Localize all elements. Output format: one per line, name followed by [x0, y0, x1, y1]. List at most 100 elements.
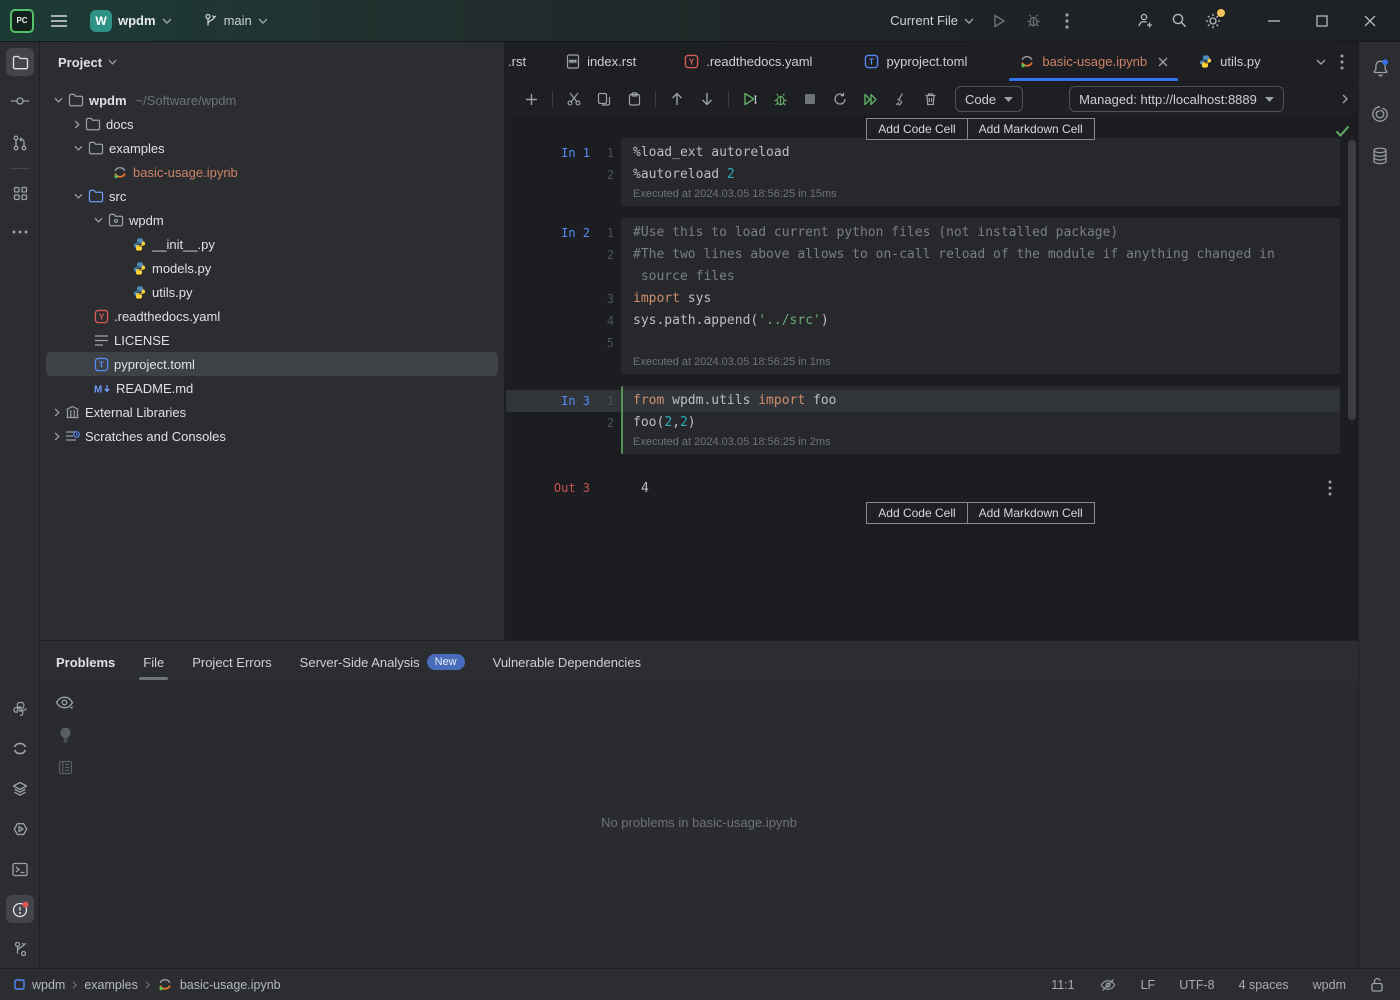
add-cell-button[interactable]	[518, 86, 544, 112]
breadcrumb-item[interactable]: wpdm	[32, 978, 65, 992]
notebook-editor[interactable]: Add Code Cell Add Markdown Cell In 1 1 2…	[506, 117, 1358, 640]
code-with-me-button[interactable]	[1130, 6, 1160, 36]
move-cell-up-button[interactable]	[664, 86, 690, 112]
editor-scrollbar[interactable]	[1348, 140, 1356, 420]
tree-item-scratches[interactable]: Scratches and Consoles	[40, 424, 504, 448]
cell-code-area[interactable]: from wpdm.utils import foo foo(2,2) Exec…	[621, 386, 1340, 454]
notifications-button[interactable]	[1366, 54, 1394, 82]
delete-cell-button[interactable]	[917, 86, 943, 112]
main-menu-button[interactable]	[44, 6, 74, 36]
quick-fix-bulb-icon[interactable]	[59, 727, 72, 744]
run-configuration-selector[interactable]: Current File	[884, 6, 980, 36]
problems-tab-project-errors[interactable]: Project Errors	[192, 641, 271, 683]
more-tool-windows-button[interactable]	[6, 218, 34, 246]
close-window-button[interactable]	[1348, 0, 1392, 42]
tree-item-init-py[interactable]: __init__.py	[40, 232, 504, 256]
add-markdown-cell-button[interactable]: Add Markdown Cell	[967, 118, 1095, 140]
tool-pull-requests-button[interactable]	[6, 129, 34, 157]
vcs-branch-widget[interactable]: main	[198, 6, 274, 36]
project-panel-header[interactable]: Project	[40, 42, 504, 82]
tab-options-kebab-icon[interactable]	[1340, 54, 1344, 70]
tree-item-basic-usage-ipynb[interactable]: basic-usage.ipynb	[40, 160, 504, 184]
project-widget[interactable]: W wpdm	[84, 6, 178, 36]
tool-run-button[interactable]	[6, 815, 34, 843]
toolbar-divider	[655, 91, 656, 107]
tool-version-control-button[interactable]	[6, 935, 34, 963]
tree-item-src[interactable]: src	[40, 184, 504, 208]
tool-problems-button[interactable]	[6, 895, 34, 923]
stop-kernel-button[interactable]	[797, 86, 823, 112]
notebook-cell-3[interactable]: In 3 1 2 from wpdm.utils import foo foo(…	[506, 386, 1358, 454]
tab-readthedocs-yaml[interactable]: Y .readthedocs.yaml	[672, 42, 824, 81]
tab-list-chevron-icon[interactable]	[1316, 59, 1326, 65]
tab-utils-py[interactable]: utils.py	[1186, 42, 1272, 81]
tool-project-button[interactable]	[6, 48, 34, 76]
close-tab-icon[interactable]	[1158, 57, 1168, 67]
tree-item-readme-md[interactable]: M README.md	[40, 376, 504, 400]
restart-kernel-button[interactable]	[827, 86, 853, 112]
tree-item-pyproject-toml[interactable]: T pyproject.toml	[40, 352, 504, 376]
add-code-cell-button[interactable]: Add Code Cell	[866, 118, 967, 140]
cell-type-selector[interactable]: Code	[955, 86, 1023, 112]
cell-code-area[interactable]: %load_ext autoreload %autoreload 2 Execu…	[621, 138, 1340, 206]
ai-assistant-button[interactable]	[1366, 100, 1394, 128]
tab-rst-partial[interactable]: .rst	[506, 42, 536, 81]
tree-item-examples[interactable]: examples	[40, 136, 504, 160]
more-actions-button[interactable]	[1052, 6, 1082, 36]
cell-code-area[interactable]: #Use this to load current python files (…	[621, 218, 1340, 374]
tool-structure-button[interactable]	[6, 179, 34, 207]
database-button[interactable]	[1366, 142, 1394, 170]
breadcrumb-item[interactable]: examples	[84, 978, 138, 992]
toolbar-overflow-button[interactable]	[1342, 94, 1348, 104]
highlighting-level-icon[interactable]	[1099, 977, 1117, 993]
unlock-icon[interactable]	[1370, 977, 1384, 992]
add-code-cell-button[interactable]: Add Code Cell	[866, 502, 967, 524]
tool-services-button[interactable]	[6, 775, 34, 803]
tool-commit-button[interactable]	[6, 87, 34, 115]
problems-tab-file[interactable]: File	[143, 641, 164, 683]
clear-outputs-button[interactable]	[887, 86, 913, 112]
maximize-button[interactable]	[1300, 0, 1344, 42]
tab-pyproject-toml[interactable]: T pyproject.toml	[852, 42, 979, 81]
indent-widget[interactable]: 4 spaces	[1239, 978, 1289, 992]
run-cell-button[interactable]	[737, 86, 763, 112]
debug-cell-button[interactable]	[767, 86, 793, 112]
tree-item-utils-py[interactable]: utils.py	[40, 280, 504, 304]
tree-item-models-py[interactable]: models.py	[40, 256, 504, 280]
problems-tab-server-side-analysis[interactable]: Server-Side Analysis New	[300, 641, 465, 683]
tree-item-license[interactable]: LICENSE	[40, 328, 504, 352]
tree-item-wpdm-package[interactable]: wpdm	[40, 208, 504, 232]
tab-index-rst[interactable]: RST index.rst	[554, 42, 648, 81]
preview-eye-icon[interactable]	[55, 695, 75, 711]
open-details-icon[interactable]	[58, 760, 73, 775]
move-cell-down-button[interactable]	[694, 86, 720, 112]
cut-cell-button[interactable]	[561, 86, 587, 112]
add-markdown-cell-button[interactable]: Add Markdown Cell	[967, 502, 1095, 524]
minimize-button[interactable]	[1252, 0, 1296, 42]
paste-cell-button[interactable]	[621, 86, 647, 112]
jupyter-server-selector[interactable]: Managed: http://localhost:8889	[1069, 86, 1284, 112]
line-separator-widget[interactable]: LF	[1141, 978, 1156, 992]
tool-jupyter-button[interactable]	[6, 735, 34, 763]
tool-terminal-button[interactable]	[6, 855, 34, 883]
notebook-cell-2[interactable]: In 2 1 2 3 4 5 #Use this to load current…	[506, 218, 1358, 374]
tree-item-external-libraries[interactable]: External Libraries	[40, 400, 504, 424]
search-everywhere-button[interactable]	[1164, 6, 1194, 36]
tool-python-packages-button[interactable]	[6, 695, 34, 723]
tab-basic-usage-ipynb[interactable]: basic-usage.ipynb	[1007, 42, 1180, 81]
notebook-cell-1[interactable]: In 1 1 2 %load_ext autoreload %autoreloa…	[506, 138, 1358, 206]
copy-cell-button[interactable]	[591, 86, 617, 112]
run-all-cells-button[interactable]	[857, 86, 883, 112]
settings-button[interactable]	[1198, 6, 1228, 36]
run-button[interactable]	[984, 6, 1014, 36]
breadcrumb-item[interactable]: basic-usage.ipynb	[180, 978, 281, 992]
problems-tab-vulnerable-dependencies[interactable]: Vulnerable Dependencies	[493, 641, 641, 683]
tree-item-root-wpdm[interactable]: wpdm ~/Software/wpdm	[40, 88, 504, 112]
tree-item-readthedocs-yaml[interactable]: Y .readthedocs.yaml	[40, 304, 504, 328]
debug-button[interactable]	[1018, 6, 1048, 36]
encoding-widget[interactable]: UTF-8	[1179, 978, 1214, 992]
output-options-kebab-icon[interactable]	[1328, 480, 1332, 496]
tree-item-docs[interactable]: docs	[40, 112, 504, 136]
caret-position-widget[interactable]: 11:1	[1051, 978, 1074, 992]
interpreter-widget[interactable]: wpdm	[1313, 978, 1346, 992]
